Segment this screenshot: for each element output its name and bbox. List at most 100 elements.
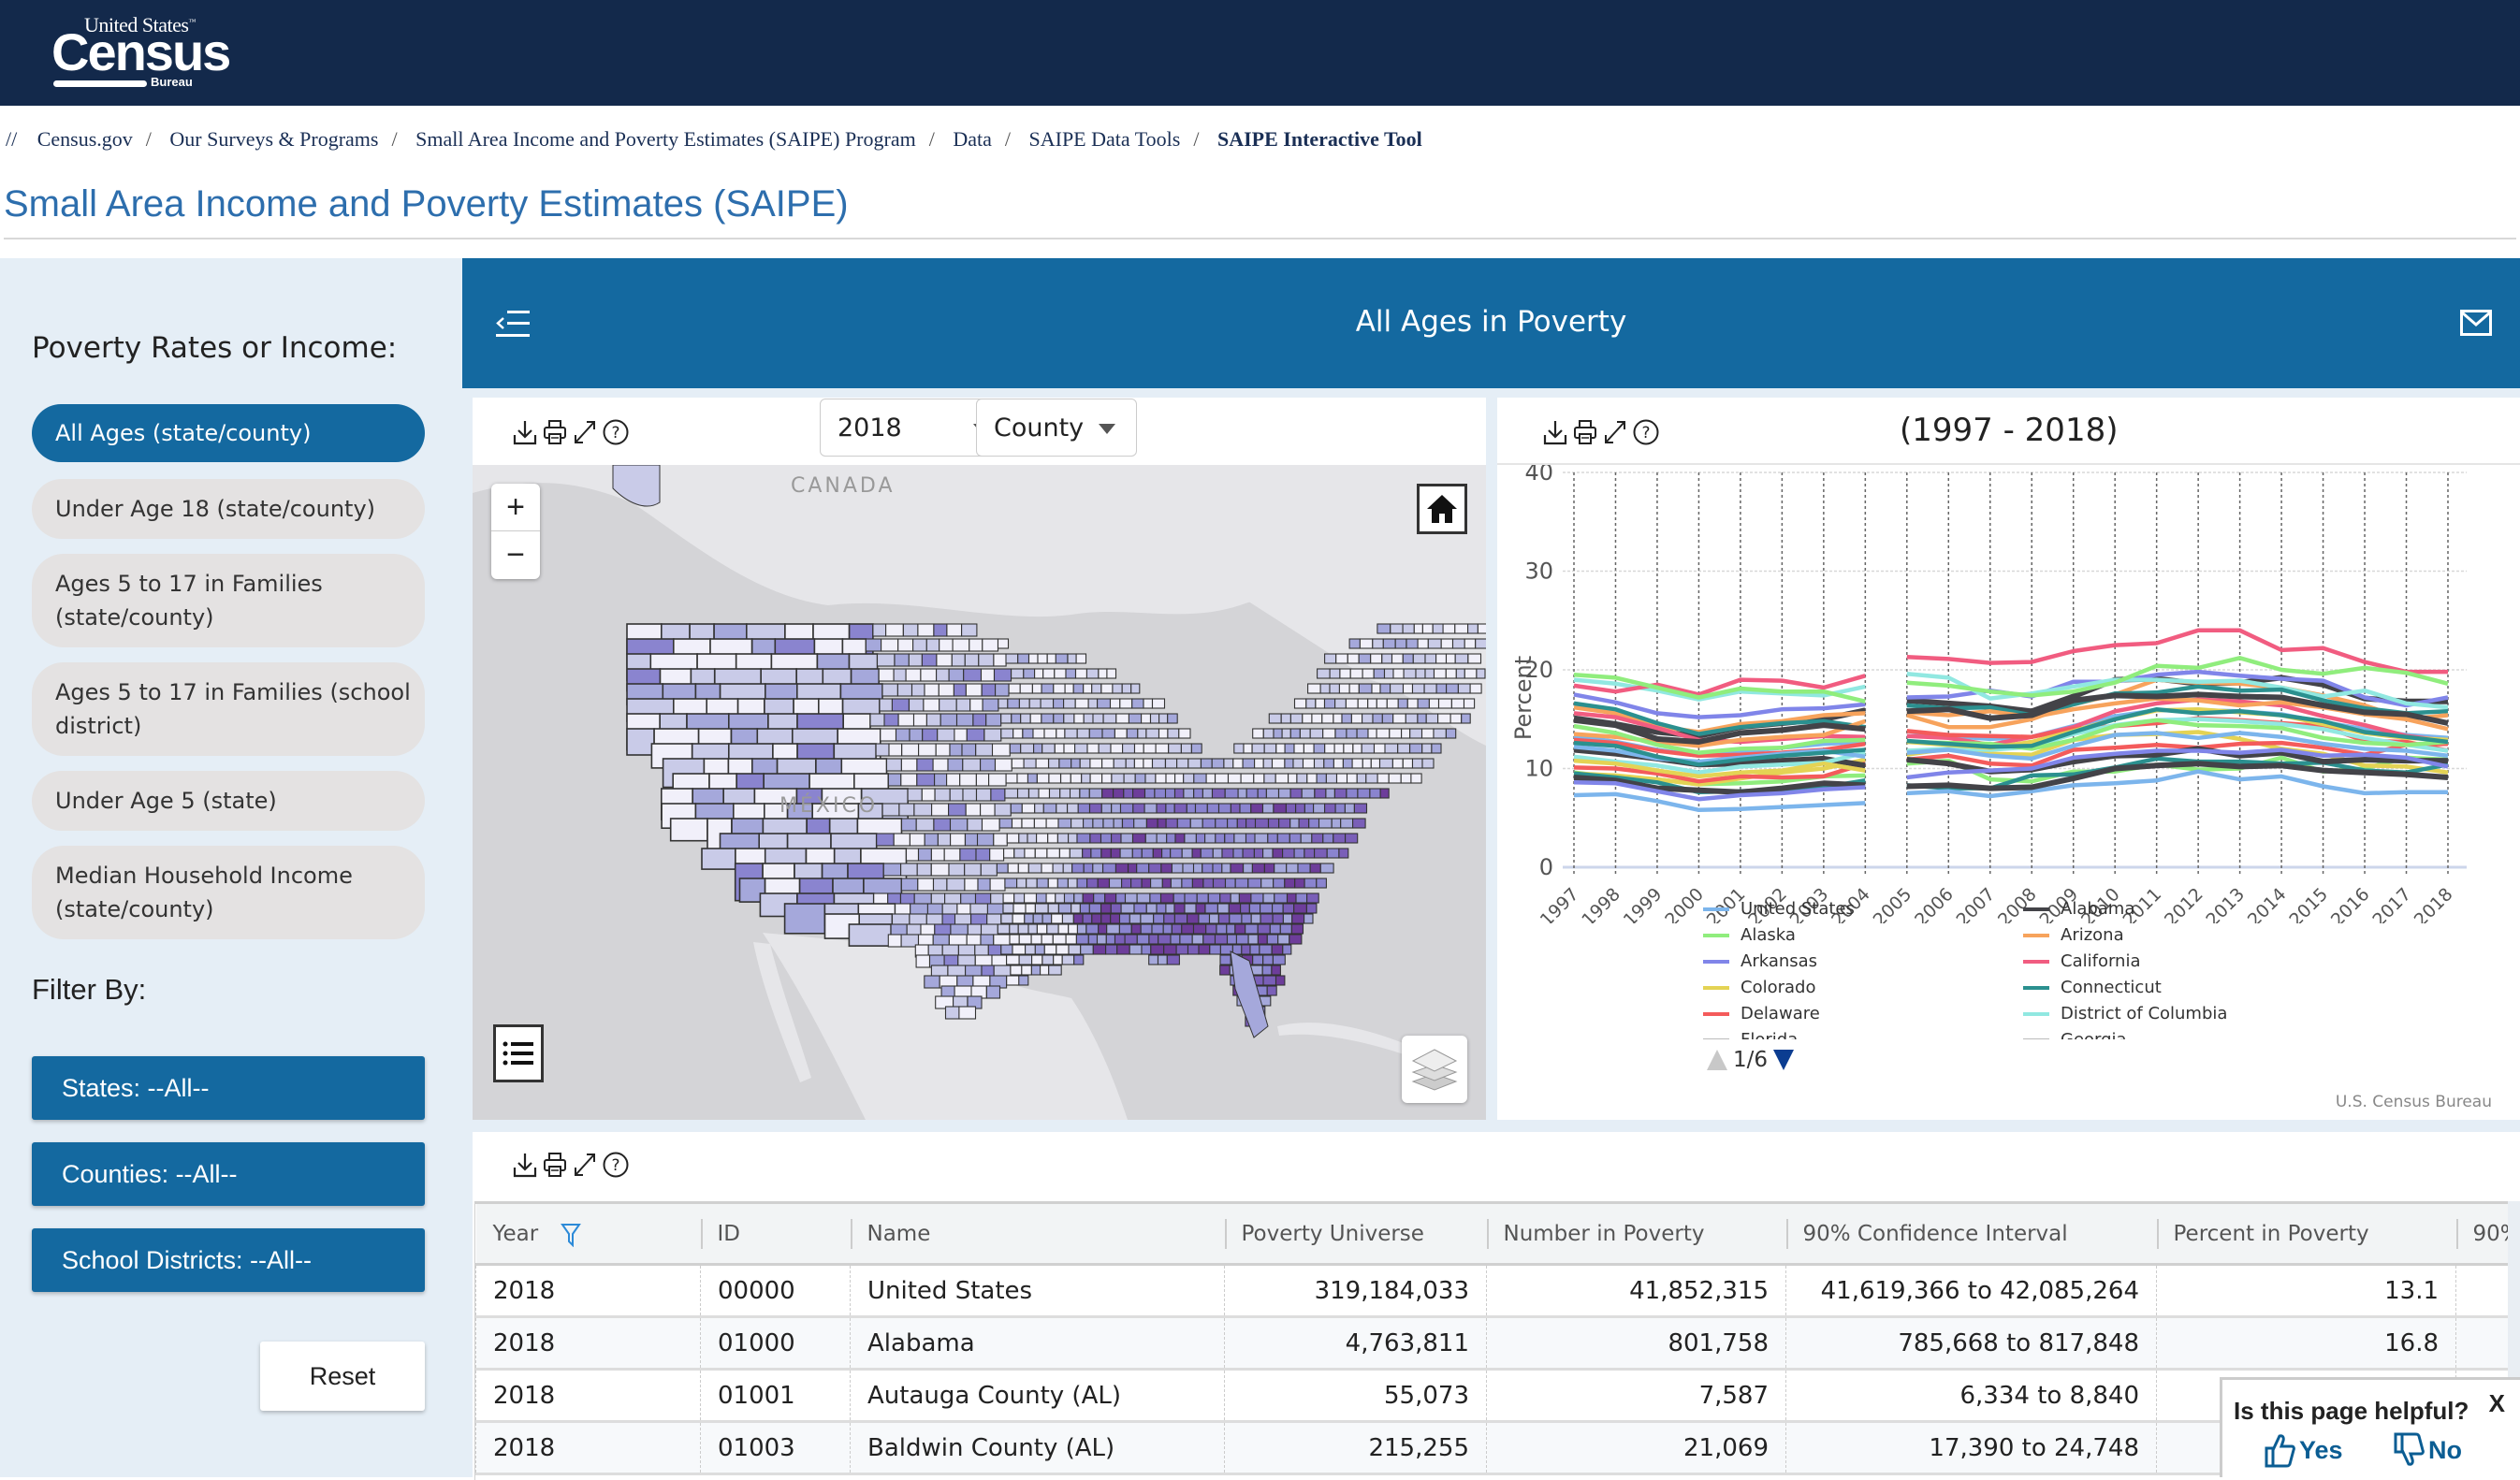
county-polygon[interactable]	[1132, 788, 1146, 799]
county-polygon[interactable]	[1056, 878, 1069, 889]
county-polygon[interactable]	[1113, 758, 1127, 769]
county-polygon[interactable]	[1314, 788, 1327, 799]
county-polygon[interactable]	[1048, 965, 1062, 976]
county-polygon[interactable]	[1068, 833, 1078, 844]
county-polygon[interactable]	[1155, 773, 1167, 784]
county-polygon[interactable]	[1168, 743, 1182, 754]
county-polygon[interactable]	[982, 638, 999, 652]
county-polygon[interactable]	[1104, 892, 1117, 904]
county-polygon[interactable]	[1012, 903, 1027, 914]
county-polygon[interactable]	[953, 683, 967, 697]
county-polygon[interactable]	[1367, 728, 1377, 739]
county-polygon[interactable]	[1272, 903, 1284, 914]
county-polygon[interactable]	[1202, 863, 1214, 874]
county-polygon[interactable]	[1110, 848, 1121, 859]
county-polygon[interactable]	[1190, 743, 1202, 754]
county-polygon[interactable]	[1068, 944, 1082, 955]
county-polygon[interactable]	[1390, 683, 1405, 694]
county-polygon[interactable]	[1248, 903, 1261, 914]
county-polygon[interactable]	[1233, 833, 1247, 844]
county-polygon[interactable]	[1365, 773, 1378, 784]
legend-item[interactable]: Arizona	[2023, 925, 2124, 945]
county-polygon[interactable]	[989, 878, 1006, 892]
county-polygon[interactable]	[994, 803, 1012, 817]
county-polygon[interactable]	[1467, 653, 1482, 664]
county-polygon[interactable]	[1136, 863, 1150, 874]
county-polygon[interactable]	[959, 773, 977, 787]
county-polygon[interactable]	[1240, 773, 1255, 784]
line-chart[interactable]: 0102030401997199819992000200120022003200…	[1497, 465, 2520, 923]
county-polygon[interactable]	[1243, 743, 1253, 754]
county-polygon[interactable]	[1042, 954, 1055, 965]
county-polygon[interactable]	[1200, 848, 1214, 859]
county-polygon[interactable]	[1013, 848, 1026, 859]
county-polygon[interactable]	[1083, 863, 1094, 874]
county-polygon[interactable]	[982, 698, 999, 712]
county-polygon[interactable]	[1159, 892, 1174, 904]
county-polygon[interactable]	[1058, 848, 1071, 859]
county-polygon[interactable]	[1289, 833, 1302, 844]
county-polygon[interactable]	[1445, 653, 1456, 664]
county-polygon[interactable]	[1212, 848, 1223, 859]
county-polygon[interactable]	[998, 698, 1009, 709]
county-polygon[interactable]	[1149, 892, 1162, 904]
county-polygon[interactable]	[1036, 773, 1050, 784]
county-polygon[interactable]	[1195, 903, 1206, 914]
county-polygon[interactable]	[1079, 903, 1090, 914]
county-polygon[interactable]	[1318, 818, 1333, 829]
county-polygon[interactable]	[1445, 728, 1457, 739]
county-polygon[interactable]	[1397, 698, 1408, 709]
county-polygon[interactable]	[1115, 892, 1127, 904]
county-polygon[interactable]	[1267, 833, 1278, 844]
county-polygon[interactable]	[1123, 773, 1136, 784]
county-polygon[interactable]	[1381, 713, 1394, 724]
county-polygon[interactable]	[1055, 653, 1069, 664]
county-polygon[interactable]	[1238, 892, 1252, 904]
county-polygon[interactable]	[1111, 833, 1122, 844]
county-polygon[interactable]	[916, 773, 936, 787]
county-polygon[interactable]	[1369, 788, 1381, 799]
county-polygon[interactable]	[958, 1006, 977, 1020]
county-polygon[interactable]	[1454, 623, 1469, 634]
legend-item[interactable]: Arkansas	[1703, 951, 1817, 971]
county-polygon[interactable]	[922, 728, 939, 742]
county-polygon[interactable]	[1109, 698, 1121, 709]
county-polygon[interactable]	[1134, 773, 1146, 784]
county-polygon[interactable]	[1192, 863, 1203, 874]
county-polygon[interactable]	[1076, 833, 1091, 844]
county-polygon[interactable]	[1183, 773, 1195, 784]
school-districts-filter-button[interactable]: School Districts: --All--	[32, 1228, 425, 1292]
county-polygon[interactable]	[880, 728, 897, 742]
county-polygon[interactable]	[1230, 863, 1245, 874]
county-polygon[interactable]	[1141, 848, 1154, 859]
county-polygon[interactable]	[1317, 668, 1331, 679]
county-polygon[interactable]	[1065, 668, 1077, 679]
county-polygon[interactable]	[1352, 743, 1362, 754]
feedback-close-button[interactable]: X	[2489, 1389, 2505, 1418]
county-polygon[interactable]	[1240, 903, 1250, 914]
county-polygon[interactable]	[1096, 934, 1107, 945]
choropleth-map[interactable]: CANADA MÉXICO + −	[473, 465, 1486, 1120]
option-under-18[interactable]: Under Age 18 (state/county)	[32, 479, 425, 539]
county-polygon[interactable]	[1306, 892, 1319, 904]
county-polygon[interactable]	[1027, 923, 1038, 935]
county-polygon[interactable]	[1260, 903, 1274, 914]
county-polygon[interactable]	[1086, 743, 1100, 754]
county-polygon[interactable]	[1257, 934, 1268, 945]
county-polygon[interactable]	[1464, 638, 1477, 649]
county-polygon[interactable]	[1145, 903, 1158, 914]
county-polygon[interactable]	[1316, 878, 1327, 889]
county-polygon[interactable]	[1261, 965, 1273, 976]
county-polygon[interactable]	[1292, 758, 1304, 769]
county-polygon[interactable]	[1131, 698, 1144, 709]
county-polygon[interactable]	[1120, 903, 1135, 914]
county-polygon[interactable]	[1063, 713, 1075, 724]
county-polygon[interactable]	[1053, 713, 1065, 724]
county-polygon[interactable]	[1263, 773, 1276, 784]
county-polygon[interactable]	[1045, 818, 1059, 829]
county-polygon[interactable]	[1046, 848, 1060, 859]
county-polygon[interactable]	[1004, 788, 1019, 799]
county-polygon[interactable]	[1000, 713, 1012, 724]
county-polygon[interactable]	[1114, 863, 1129, 874]
legend-item[interactable]: Colorado	[1703, 978, 1815, 997]
